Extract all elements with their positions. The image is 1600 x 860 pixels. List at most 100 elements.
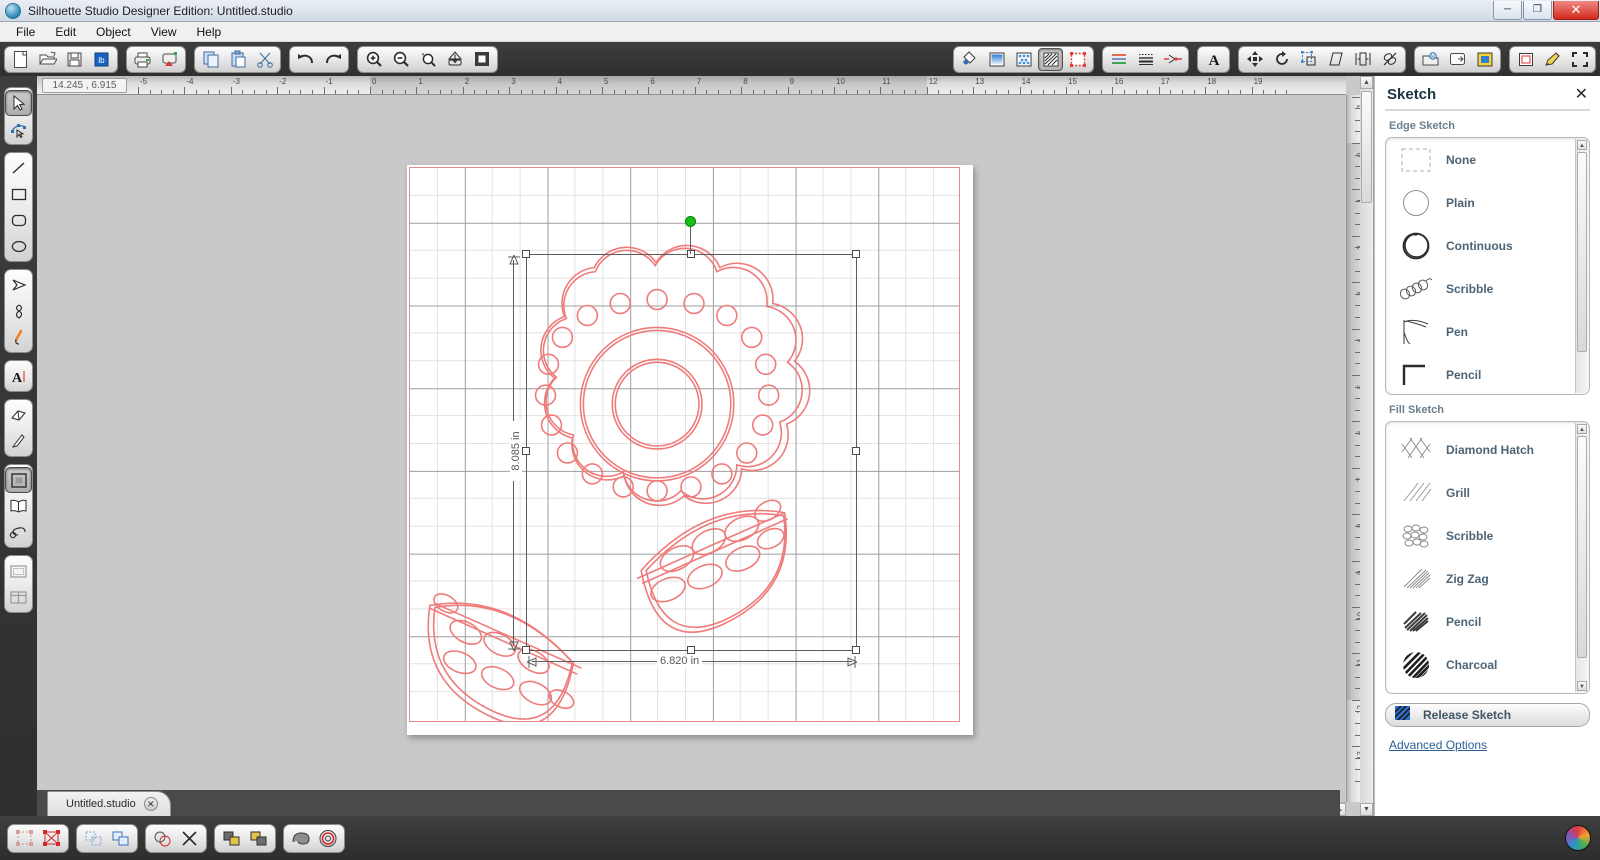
menu-help[interactable]: Help: [187, 23, 232, 41]
fill-list-scroll-thumb[interactable]: [1577, 436, 1587, 658]
save-library-icon[interactable]: lb: [89, 48, 114, 71]
menu-object[interactable]: Object: [86, 23, 141, 41]
rectangle-tool-icon[interactable]: [5, 181, 32, 207]
release-sketch-button[interactable]: Release Sketch: [1385, 703, 1590, 727]
text-style-icon[interactable]: A: [1201, 48, 1226, 71]
canvas-viewport[interactable]: 8.085 in 6.820 in: [37, 95, 1346, 802]
zoom-out-icon[interactable]: [388, 48, 413, 71]
edge-option-none[interactable]: None: [1386, 138, 1575, 181]
arrow-select-icon[interactable]: [5, 90, 32, 116]
knife-tool-icon[interactable]: [5, 428, 32, 454]
curve-tool-icon[interactable]: [5, 298, 32, 324]
offset-icon[interactable]: [287, 826, 314, 851]
actual-size-icon[interactable]: [469, 48, 494, 71]
line-color-swatches-icon[interactable]: [1106, 48, 1131, 71]
fullscreen-icon[interactable]: [1567, 48, 1592, 71]
fill-list-scroll-down-arrow[interactable]: ▼: [1577, 681, 1587, 691]
group-icon[interactable]: [80, 826, 107, 851]
minimize-button[interactable]: ─: [1493, 0, 1522, 20]
fill-option-pencil[interactable]: Pencil: [1386, 600, 1575, 643]
ellipse-tool-icon[interactable]: [5, 233, 32, 259]
edge-option-plain[interactable]: Plain: [1386, 181, 1575, 224]
panel-outer-scrollbar[interactable]: ▲ ▼: [1360, 76, 1374, 816]
maximize-button[interactable]: ❐: [1523, 0, 1552, 20]
tab-close-icon[interactable]: ✕: [143, 797, 158, 811]
paste-icon[interactable]: [225, 48, 250, 71]
release-compound-icon[interactable]: [176, 826, 203, 851]
line-color-icon[interactable]: [1065, 48, 1090, 71]
shear-icon[interactable]: [1323, 48, 1348, 71]
save-icon[interactable]: [62, 48, 87, 71]
undo-icon[interactable]: [293, 48, 318, 71]
silhouette-logo-icon[interactable]: [1565, 825, 1591, 851]
sketch-icon[interactable]: [1038, 47, 1063, 71]
tab-untitled-studio[interactable]: Untitled.studio ✕: [47, 791, 171, 816]
fill-option-scribble[interactable]: Scribble: [1386, 514, 1575, 557]
copy-icon[interactable]: [198, 48, 223, 71]
registration-marks-icon[interactable]: [1445, 48, 1470, 71]
edge-list-scroll-up-arrow[interactable]: ▲: [1577, 140, 1587, 150]
line-tool-icon[interactable]: [5, 155, 32, 181]
ungroup-icon[interactable]: [107, 826, 134, 851]
paint-bucket-icon[interactable]: [957, 48, 982, 71]
trace-icon[interactable]: [1472, 48, 1497, 71]
close-button[interactable]: ✕: [1553, 0, 1599, 20]
fill-option-zigzag[interactable]: Zig Zag: [1386, 557, 1575, 600]
fill-sketch-list[interactable]: Diamond Hatch Grill Scribble Zig Zag Pen…: [1385, 421, 1590, 694]
horizontal-ruler[interactable]: -5 -4 -3 -2 -1 0 1 2 3 4 5 6 7 8 9 10 11 12 13 14 15 16 17 18 19: [37, 76, 1346, 95]
edge-option-pen[interactable]: Pen: [1386, 310, 1575, 353]
align-icon[interactable]: [1350, 48, 1375, 71]
my-designs-icon[interactable]: [5, 519, 32, 545]
fill-option-charcoal[interactable]: Charcoal: [1386, 643, 1575, 686]
open-folder-icon[interactable]: [35, 48, 60, 71]
pattern-fill-icon[interactable]: [1011, 48, 1036, 71]
zoom-selection-icon[interactable]: [415, 48, 440, 71]
advanced-options-link[interactable]: Advanced Options: [1389, 738, 1487, 752]
rotate-icon[interactable]: [1269, 48, 1294, 71]
pen-holder-icon[interactable]: [1540, 48, 1565, 71]
cutting-mat[interactable]: [407, 165, 973, 735]
scissors-icon[interactable]: [252, 48, 277, 71]
gradient-fill-icon[interactable]: [984, 48, 1009, 71]
fill-option-diamond-hatch[interactable]: Diamond Hatch: [1386, 428, 1575, 471]
bring-to-front-icon[interactable]: [218, 826, 245, 851]
edge-sketch-list[interactable]: None Plain Continuous Scribble Pen Penci…: [1385, 137, 1590, 395]
redo-icon[interactable]: [320, 48, 345, 71]
design-page-icon[interactable]: [5, 558, 32, 584]
fill-list-scroll-up-arrow[interactable]: ▲: [1577, 424, 1587, 434]
menu-file[interactable]: File: [6, 23, 45, 41]
line-style-icon[interactable]: [1133, 48, 1158, 71]
rounded-rectangle-tool-icon[interactable]: [5, 207, 32, 233]
new-document-icon[interactable]: [8, 48, 33, 71]
edge-sketch-scrollbar[interactable]: ▲: [1575, 139, 1588, 393]
cut-style-icon[interactable]: [1160, 48, 1185, 71]
menu-view[interactable]: View: [141, 23, 187, 41]
weld-icon[interactable]: [149, 826, 176, 851]
edit-points-icon[interactable]: [5, 116, 32, 142]
flower-design[interactable]: [410, 168, 959, 721]
print-icon[interactable]: [130, 48, 155, 71]
cut-send-icon[interactable]: [157, 48, 182, 71]
page-setup-icon[interactable]: M: [1418, 48, 1443, 71]
vertical-ruler[interactable]: -1012345678910111213: [1346, 95, 1360, 802]
menu-edit[interactable]: Edit: [45, 23, 86, 41]
edge-option-pencil[interactable]: Pencil: [1386, 353, 1575, 394]
fill-option-grill[interactable]: Grill: [1386, 471, 1575, 514]
scale-icon[interactable]: [1296, 48, 1321, 71]
split-view-icon[interactable]: [5, 584, 32, 610]
zoom-in-icon[interactable]: [361, 48, 386, 71]
freehand-tool-icon[interactable]: [5, 324, 32, 350]
polygon-tool-icon[interactable]: [5, 272, 32, 298]
edge-option-scribble[interactable]: Scribble: [1386, 267, 1575, 310]
fit-to-window-icon[interactable]: [442, 48, 467, 71]
fill-sketch-scrollbar[interactable]: ▲ ▼: [1575, 423, 1588, 692]
edge-option-continuous[interactable]: Continuous: [1386, 224, 1575, 267]
select-all-icon[interactable]: [11, 826, 38, 851]
deselect-all-icon[interactable]: [38, 826, 65, 851]
panel-scroll-up-arrow[interactable]: ▲: [1360, 76, 1373, 89]
modify-icon[interactable]: [1377, 48, 1402, 71]
internal-offset-icon[interactable]: [314, 826, 341, 851]
close-icon[interactable]: ✕: [1575, 86, 1588, 103]
eraser-tool-icon[interactable]: [5, 402, 32, 428]
store-icon[interactable]: [5, 493, 32, 519]
